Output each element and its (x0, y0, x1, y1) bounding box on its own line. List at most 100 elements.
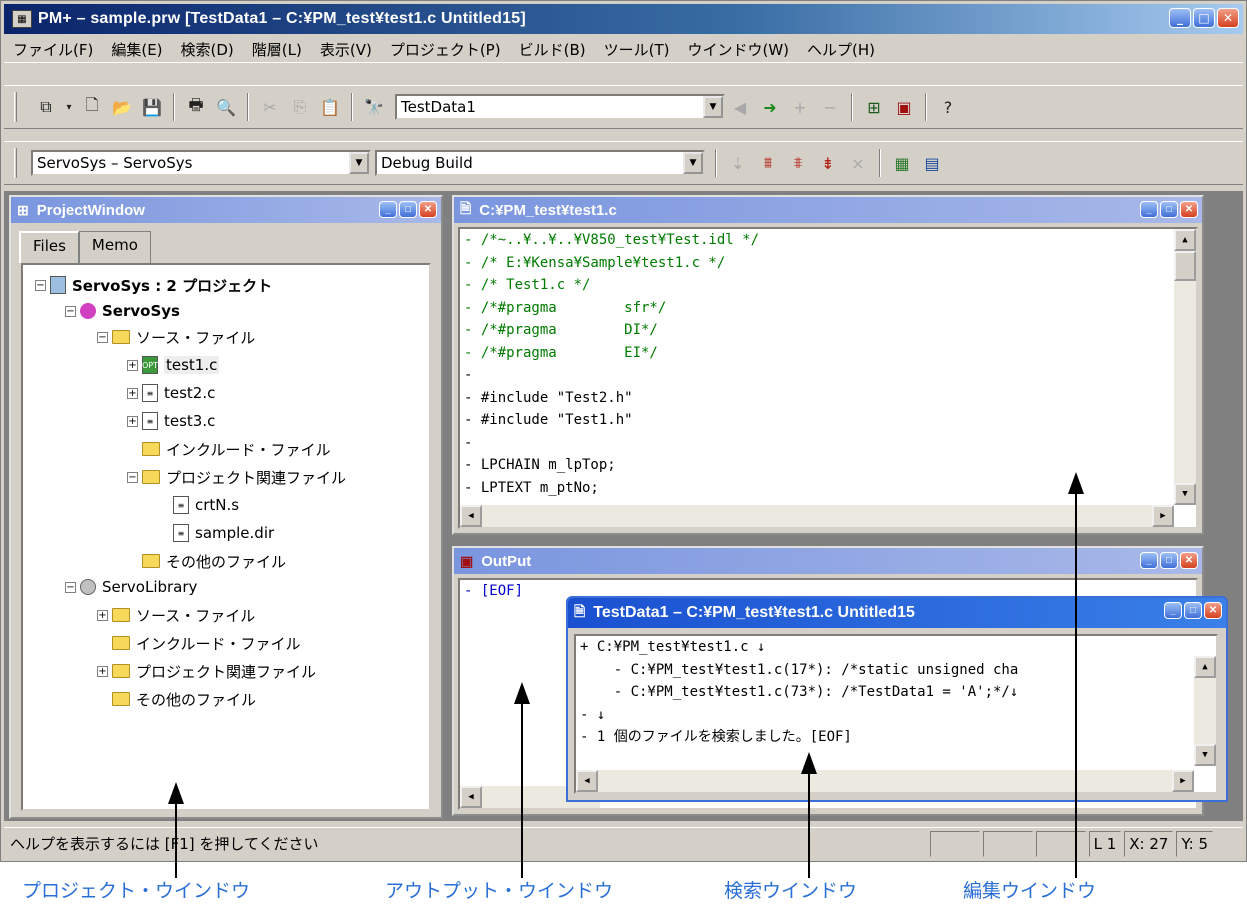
tree-node[interactable]: + ≡ test2.c (127, 381, 215, 405)
rebuild-icon[interactable]: ⩨ (785, 150, 811, 176)
scroll-right-icon[interactable]: ▶ (1152, 505, 1174, 527)
build-icon[interactable]: ⩩ (755, 150, 781, 176)
collapse-icon[interactable]: − (35, 279, 46, 291)
tree-node[interactable]: − ServoLibrary (65, 575, 197, 599)
collapse-icon[interactable]: − (65, 581, 76, 593)
output-window-icon[interactable]: ▣ (891, 94, 917, 120)
collapse-icon[interactable]: − (127, 471, 138, 483)
maximize-icon[interactable]: □ (399, 201, 417, 218)
tree-node[interactable]: − ソース・ファイル (97, 325, 255, 349)
collapse-icon[interactable]: − (97, 331, 108, 343)
tab-memo[interactable]: Memo (78, 231, 151, 263)
close-icon[interactable]: ✕ (1180, 201, 1198, 218)
maximize-icon[interactable]: □ (1160, 201, 1178, 218)
tree-node[interactable]: + OPT test1.c (127, 353, 220, 377)
menu-build[interactable]: ビルド(B) (510, 39, 595, 60)
tree-node[interactable]: − ServoSys : 2 プロジェクト (35, 273, 272, 297)
project-combo[interactable]: ServoSys – ServoSys ▼ (31, 150, 371, 176)
vertical-scrollbar[interactable]: ▲ ▼ (1194, 656, 1216, 766)
toolbar-grip[interactable] (14, 92, 17, 122)
minimize-icon[interactable]: _ (1169, 8, 1191, 28)
tree-node[interactable]: その他のファイル (112, 687, 256, 711)
search-results[interactable]: + C:¥PM_test¥test1.c ↓ - C:¥PM_test¥test… (574, 634, 1218, 794)
code-editor[interactable]: - /*~..¥..¥..¥V850_test¥Test.idl */ - /*… (458, 227, 1198, 529)
stop-build-icon[interactable]: ⇟ (815, 150, 841, 176)
scroll-down-icon[interactable]: ▼ (1174, 483, 1196, 505)
scroll-thumb[interactable] (1174, 251, 1196, 281)
collapse-icon[interactable]: − (65, 305, 76, 317)
expand-icon[interactable]: + (97, 665, 108, 677)
help-icon[interactable]: ? (935, 94, 961, 120)
project-window-icon[interactable]: ⊞ (861, 94, 887, 120)
find-icon[interactable]: 🔭 (361, 94, 387, 120)
tree-node[interactable]: インクルード・ファイル (142, 437, 331, 461)
toolbar-grip[interactable] (14, 148, 17, 178)
menu-file[interactable]: ファイル(F) (4, 39, 102, 60)
minimize-icon[interactable]: _ (1140, 201, 1158, 218)
forward-arrow-icon[interactable]: ➜ (757, 94, 783, 120)
minus-icon[interactable]: − (817, 94, 843, 120)
tab-files[interactable]: Files (19, 231, 79, 263)
horizontal-scrollbar[interactable]: ◀ ▶ (460, 505, 1174, 527)
expand-icon[interactable]: + (127, 359, 138, 371)
scroll-up-icon[interactable]: ▲ (1174, 229, 1196, 251)
scroll-right-icon[interactable]: ▶ (1172, 770, 1194, 792)
search-result-line[interactable]: - C:¥PM_test¥test1.c(73*): /*TestData1 =… (576, 681, 1216, 704)
main-title-bar[interactable]: ▦ PM+ – sample.prw [TestData1 – C:¥PM_te… (4, 4, 1243, 34)
search-result-line[interactable]: + C:¥PM_test¥test1.c ↓ (576, 636, 1216, 659)
build-mode-combo[interactable]: Debug Build ▼ (375, 150, 705, 176)
scroll-left-icon[interactable]: ◀ (460, 786, 482, 808)
tree-node[interactable]: ≡ sample.dir (173, 521, 274, 545)
tree-node[interactable]: + プロジェクト関連ファイル (97, 659, 316, 683)
print-icon[interactable]: 🖶 (183, 94, 209, 120)
plus-icon[interactable]: + (787, 94, 813, 120)
minimize-icon[interactable]: _ (1140, 552, 1158, 569)
menu-hierarchy[interactable]: 階層(L) (243, 39, 311, 60)
scroll-left-icon[interactable]: ◀ (460, 505, 482, 527)
tree-node[interactable]: その他のファイル (142, 549, 286, 573)
minimize-icon[interactable]: _ (1164, 602, 1182, 619)
chevron-down-icon[interactable]: ▼ (683, 152, 703, 174)
expand-icon[interactable]: + (127, 415, 138, 427)
chevron-down-icon[interactable]: ▼ (349, 152, 369, 174)
tree-node[interactable]: − ServoSys (65, 299, 180, 323)
new-workspace-icon[interactable]: ⧉ (33, 94, 59, 120)
search-window-title-bar[interactable]: 🗎 TestData1 – C:¥PM_test¥test1.c Untitle… (568, 598, 1226, 628)
dropdown-arrow-icon[interactable]: ▾ (63, 94, 75, 120)
copy-icon[interactable]: ⎘ (287, 94, 313, 120)
save-icon[interactable]: 💾 (139, 94, 165, 120)
cut-icon[interactable]: ✂ (257, 94, 283, 120)
maximize-icon[interactable]: □ (1160, 552, 1178, 569)
tree-node[interactable]: + ソース・ファイル (97, 603, 255, 627)
menu-search[interactable]: 検索(D) (172, 39, 243, 60)
minimize-icon[interactable]: _ (379, 201, 397, 218)
editor-window-title-bar[interactable]: 🗎 C:¥PM_test¥test1.c _ □ ✕ (454, 197, 1202, 223)
search-combo[interactable]: TestData1 ▼ (395, 94, 725, 120)
chevron-down-icon[interactable]: ▼ (703, 96, 723, 118)
project-window-title-bar[interactable]: ⊞ ProjectWindow _ □ ✕ (11, 197, 441, 223)
close-icon[interactable]: ✕ (1180, 552, 1198, 569)
tree-node[interactable]: − プロジェクト関連ファイル (127, 465, 346, 489)
scroll-left-icon[interactable]: ◀ (576, 770, 598, 792)
menu-tools[interactable]: ツール(T) (595, 39, 679, 60)
tree-node[interactable]: + ≡ test3.c (127, 409, 215, 433)
search-result-line[interactable]: - C:¥PM_test¥test1.c(17*): /*static unsi… (576, 659, 1216, 682)
maximize-icon[interactable]: □ (1184, 602, 1202, 619)
paste-icon[interactable]: 📋 (317, 94, 343, 120)
close-icon[interactable]: ✕ (1204, 602, 1222, 619)
expand-icon[interactable]: + (127, 387, 138, 399)
project-tree[interactable]: − ServoSys : 2 プロジェクト − ServoSys − ソース・フ… (21, 263, 431, 811)
compile-icon[interactable]: ⇣ (725, 150, 751, 176)
scroll-down-icon[interactable]: ▼ (1194, 744, 1216, 766)
maximize-icon[interactable]: □ (1193, 8, 1215, 28)
new-file-icon[interactable]: 🗋 (79, 94, 105, 120)
debug-icon[interactable]: ▦ (889, 150, 915, 176)
back-arrow-icon[interactable]: ◀ (727, 94, 753, 120)
tree-node[interactable]: インクルード・ファイル (112, 631, 301, 655)
menu-view[interactable]: 表示(V) (311, 39, 381, 60)
print-preview-icon[interactable]: 🔍 (213, 94, 239, 120)
expand-icon[interactable]: + (97, 609, 108, 621)
vertical-scrollbar[interactable]: ▲ ▼ (1174, 229, 1196, 505)
close-icon[interactable]: ✕ (419, 201, 437, 218)
close-icon[interactable]: ✕ (1217, 8, 1239, 28)
